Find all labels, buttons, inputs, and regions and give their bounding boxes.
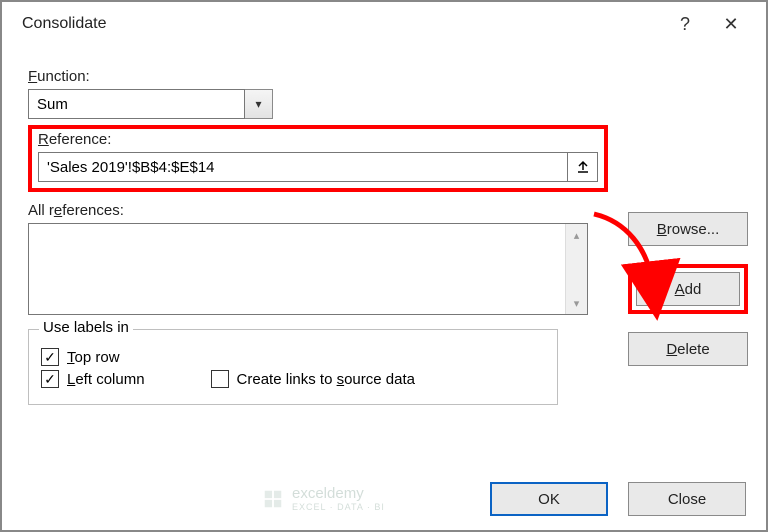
- add-button[interactable]: Add: [636, 272, 740, 306]
- top-row-checkbox[interactable]: [41, 348, 59, 366]
- help-button[interactable]: ?: [662, 6, 708, 42]
- ok-button[interactable]: OK: [490, 482, 608, 516]
- titlebar: Consolidate ? ✕: [2, 2, 766, 46]
- dialog-title: Consolidate: [22, 15, 662, 33]
- function-select[interactable]: Sum ▾: [28, 89, 273, 119]
- top-row-label: Top row: [67, 349, 120, 366]
- function-value: Sum: [28, 89, 245, 119]
- left-column-checkbox[interactable]: [41, 370, 59, 388]
- reference-label: Reference:: [38, 131, 598, 148]
- browse-button[interactable]: Browse...: [628, 212, 748, 246]
- scroll-up-icon[interactable]: ▴: [566, 224, 587, 246]
- left-column-label: Left column: [67, 371, 145, 388]
- collapse-dialog-icon[interactable]: [568, 152, 598, 182]
- add-highlight: Add: [628, 264, 748, 314]
- chevron-down-icon[interactable]: ▾: [245, 89, 273, 119]
- use-labels-legend: Use labels in: [39, 319, 133, 336]
- delete-button[interactable]: Delete: [628, 332, 748, 366]
- use-labels-fieldset: Use labels in Top row Left column Create…: [28, 329, 558, 405]
- close-icon[interactable]: ✕: [708, 6, 754, 42]
- close-button[interactable]: Close: [628, 482, 746, 516]
- create-links-checkbox[interactable]: [211, 370, 229, 388]
- all-references-list[interactable]: ▴ ▾: [28, 223, 588, 315]
- reference-highlight: Reference:: [28, 125, 608, 192]
- reference-input[interactable]: [38, 152, 568, 182]
- scrollbar[interactable]: ▴ ▾: [565, 224, 587, 314]
- scroll-down-icon[interactable]: ▾: [566, 292, 587, 314]
- create-links-label: Create links to source data: [237, 371, 415, 388]
- function-label: Function:: [28, 68, 746, 85]
